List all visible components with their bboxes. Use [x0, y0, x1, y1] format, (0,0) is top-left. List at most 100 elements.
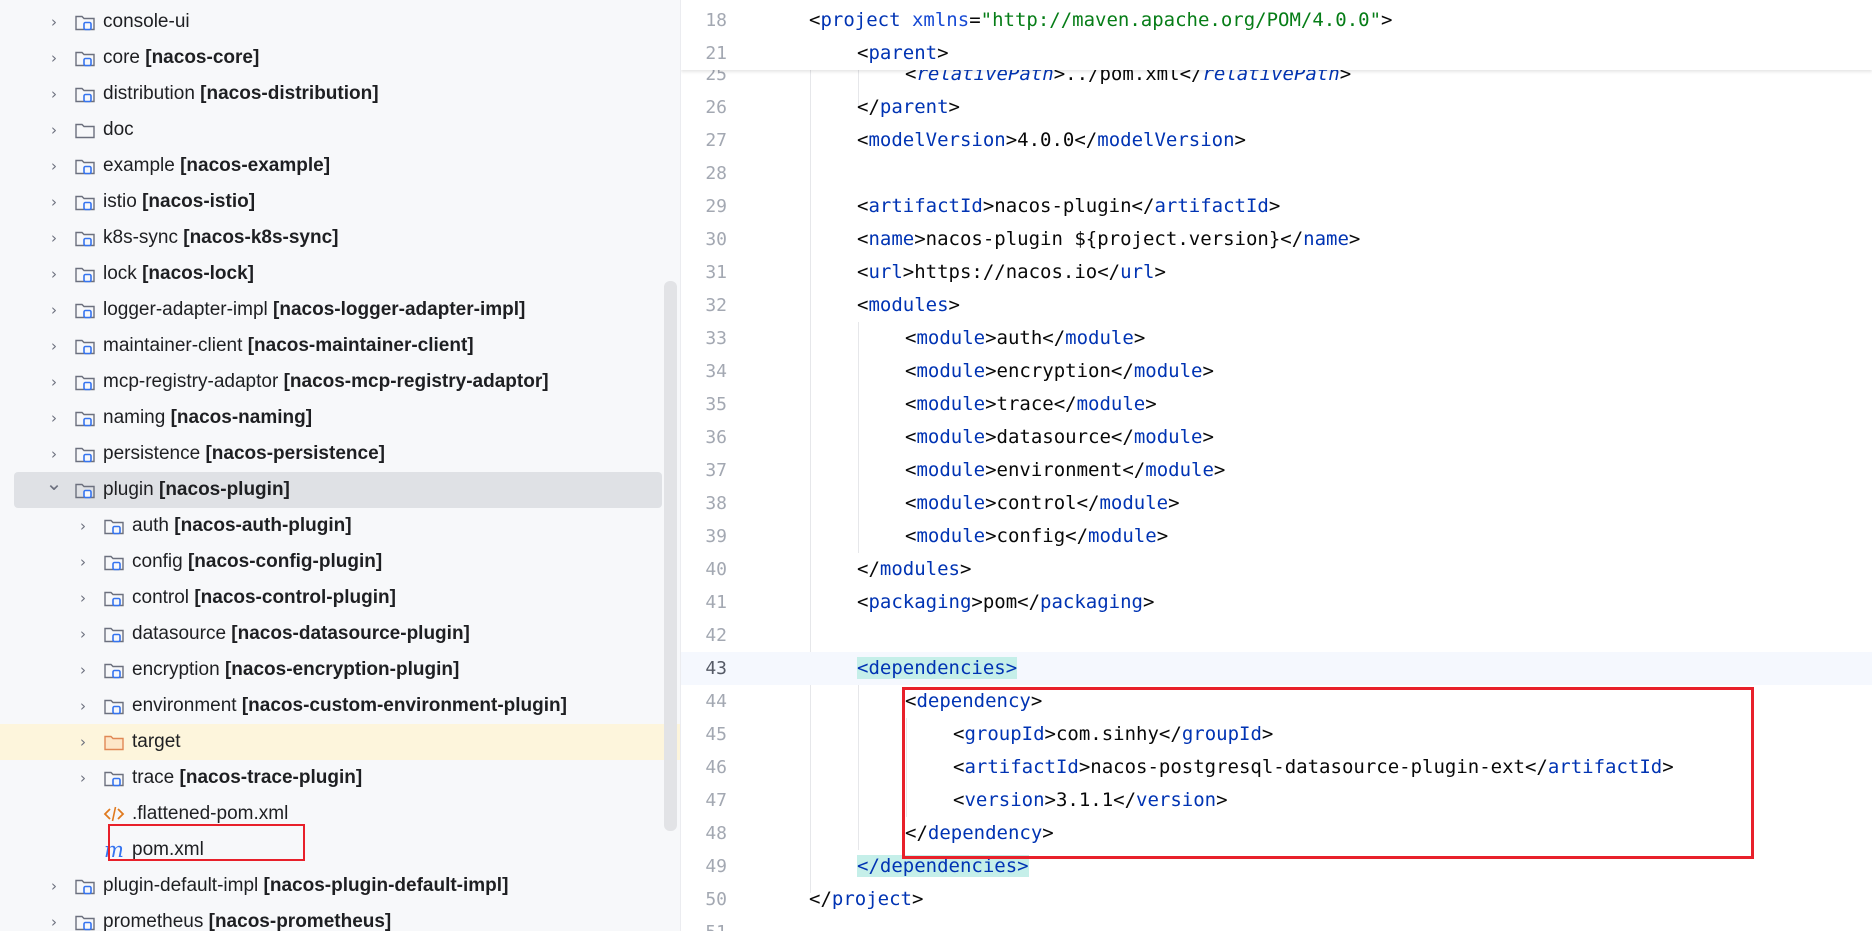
- line-number: 28: [705, 163, 727, 184]
- code-line-39[interactable]: 39 <module>config</module>: [681, 520, 1872, 553]
- tree-item-k8s-sync[interactable]: › k8s-sync [nacos-k8s-sync]: [0, 220, 680, 256]
- chevron-right-icon[interactable]: ›: [73, 514, 93, 538]
- code-line-27[interactable]: 27 <modelVersion>4.0.0</modelVersion>: [681, 124, 1872, 157]
- code-line-26[interactable]: 26 </parent>: [681, 91, 1872, 124]
- code-line-40[interactable]: 40 </modules>: [681, 553, 1872, 586]
- chevron-right-icon[interactable]: ›: [44, 406, 64, 430]
- tree-item-auth[interactable]: › auth [nacos-auth-plugin]: [0, 508, 680, 544]
- module-folder-icon: [74, 263, 96, 285]
- vertical-scrollbar[interactable]: [664, 281, 677, 831]
- code-token: xmlns: [911, 9, 970, 31]
- tree-item-pom-xml[interactable]: m pom.xml: [0, 832, 680, 868]
- item-name: .flattened-pom.xml: [132, 803, 289, 824]
- chevron-right-icon[interactable]: ›: [44, 154, 64, 178]
- tree-item-lock[interactable]: › lock [nacos-lock]: [0, 256, 680, 292]
- tree-item-label: persistence [nacos-persistence]: [103, 436, 385, 472]
- chevron-right-icon[interactable]: ›: [73, 730, 93, 754]
- line-number: 42: [705, 625, 727, 646]
- chevron-right-icon[interactable]: ›: [73, 586, 93, 610]
- tree-item-control[interactable]: › control [nacos-control-plugin]: [0, 580, 680, 616]
- code-line-31[interactable]: 31 <url>https://nacos.io</url>: [681, 256, 1872, 289]
- chevron-right-icon[interactable]: ›: [44, 82, 64, 106]
- tree-item-example[interactable]: › example [nacos-example]: [0, 148, 680, 184]
- chevron-right-icon[interactable]: ›: [44, 442, 64, 466]
- code-line-21[interactable]: 21 <parent>: [681, 37, 1872, 70]
- chevron-right-icon[interactable]: ›: [44, 190, 64, 214]
- line-number: 43: [705, 658, 727, 679]
- code-line-34[interactable]: 34 <module>encryption</module>: [681, 355, 1872, 388]
- tree-item-datasource[interactable]: › datasource [nacos-datasource-plugin]: [0, 616, 680, 652]
- chevron-right-icon[interactable]: ›: [44, 226, 64, 250]
- chevron-right-icon[interactable]: ›: [73, 658, 93, 682]
- chevron-right-icon[interactable]: ›: [44, 46, 64, 70]
- tree-item-flattened-pom-xml[interactable]: .flattened-pom.xml: [0, 796, 680, 832]
- tree-item-istio[interactable]: › istio [nacos-istio]: [0, 184, 680, 220]
- line-number: 47: [705, 790, 727, 811]
- tree-item-plugin[interactable]: ⌄ plugin [nacos-plugin]: [0, 471, 680, 508]
- code-line-33[interactable]: 33 <module>auth</module>: [681, 322, 1872, 355]
- tree-item-label: example [nacos-example]: [103, 148, 330, 184]
- code-line-50[interactable]: 50 </project>: [681, 883, 1872, 916]
- sticky-header-lines[interactable]: 18 <project xmlns="http://maven.apache.or…: [681, 0, 1872, 70]
- code-line-38[interactable]: 38 <module>control</module>: [681, 487, 1872, 520]
- chevron-right-icon[interactable]: ›: [44, 10, 64, 34]
- tree-item-environment[interactable]: › environment [nacos-custom-environment-p…: [0, 688, 680, 724]
- chevron-right-icon[interactable]: ›: [44, 370, 64, 394]
- item-name: logger-adapter-impl: [103, 299, 268, 320]
- tree-item-prometheus[interactable]: › prometheus [nacos-prometheus]: [0, 904, 680, 931]
- module-name: [nacos-distribution]: [200, 83, 379, 104]
- module-name: [nacos-naming]: [170, 407, 313, 428]
- tree-item-console-ui[interactable]: › console-ui: [0, 4, 680, 40]
- chevron-right-icon[interactable]: ›: [73, 694, 93, 718]
- code-content: <modules>: [857, 289, 960, 322]
- module-folder-icon: [103, 695, 125, 717]
- code-line-42[interactable]: 42: [681, 619, 1872, 652]
- chevron-right-icon[interactable]: ›: [73, 766, 93, 790]
- item-name: control: [132, 587, 190, 608]
- chevron-right-icon[interactable]: ›: [44, 118, 64, 142]
- code-line-32[interactable]: 32 <modules>: [681, 289, 1872, 322]
- code-editor[interactable]: 25 <relativePath>../pom.xml</relativePath…: [681, 0, 1872, 931]
- tree-item-config[interactable]: › config [nacos-config-plugin]: [0, 544, 680, 580]
- module-folder-icon: [74, 479, 96, 501]
- tree-item-naming[interactable]: › naming [nacos-naming]: [0, 400, 680, 436]
- chevron-right-icon[interactable]: ›: [44, 262, 64, 286]
- tree-item-logger-adapter-impl[interactable]: › logger-adapter-impl [nacos-logger-adapt…: [0, 292, 680, 328]
- chevron-down-icon[interactable]: ⌄: [44, 471, 64, 495]
- code-line-36[interactable]: 36 <module>datasource</module>: [681, 421, 1872, 454]
- code-content: <artifactId>nacos-plugin</artifactId>: [857, 190, 1280, 223]
- tree-item-trace[interactable]: › trace [nacos-trace-plugin]: [0, 760, 680, 796]
- code-line-29[interactable]: 29 <artifactId>nacos-plugin</artifactId>: [681, 190, 1872, 223]
- tree-item-distribution[interactable]: › distribution [nacos-distribution]: [0, 76, 680, 112]
- module-folder-icon: [74, 155, 96, 177]
- code-line-30[interactable]: 30 <name>nacos-plugin ${project.version}<…: [681, 223, 1872, 256]
- tree-item-maintainer-client[interactable]: › maintainer-client [nacos-maintainer-cli…: [0, 328, 680, 364]
- tree-item-core[interactable]: › core [nacos-core]: [0, 40, 680, 76]
- code-line-18[interactable]: 18 <project xmlns="http://maven.apache.or…: [681, 4, 1872, 37]
- code-text: <: [905, 360, 917, 382]
- code-text: >: [1154, 261, 1166, 283]
- code-line-51[interactable]: 51: [681, 916, 1872, 931]
- code-line-28[interactable]: 28: [681, 157, 1872, 190]
- code-line-37[interactable]: 37 <module>environment</module>: [681, 454, 1872, 487]
- code-token: module: [916, 426, 986, 448]
- tree-item-target[interactable]: › target: [0, 724, 680, 760]
- tree-item-mcp-registry-adaptor[interactable]: › mcp-registry-adaptor [nacos-mcp-registr…: [0, 364, 680, 400]
- tree-item-persistence[interactable]: › persistence [nacos-persistence]: [0, 436, 680, 472]
- code-line-35[interactable]: 35 <module>trace</module>: [681, 388, 1872, 421]
- line-number: 35: [705, 394, 727, 415]
- chevron-right-icon[interactable]: ›: [44, 334, 64, 358]
- chevron-right-icon[interactable]: ›: [44, 874, 64, 898]
- tree-item-doc[interactable]: › doc: [0, 112, 680, 148]
- tree-item-encryption[interactable]: › encryption [nacos-encryption-plugin]: [0, 652, 680, 688]
- chevron-right-icon[interactable]: ›: [44, 910, 64, 931]
- chevron-right-icon[interactable]: ›: [73, 550, 93, 574]
- code-text: <: [857, 42, 869, 64]
- tree-item-plugin-default-impl[interactable]: › plugin-default-impl [nacos-plugin-defau…: [0, 868, 680, 904]
- code-line-41[interactable]: 41 <packaging>pom</packaging>: [681, 586, 1872, 619]
- item-name: config: [132, 551, 183, 572]
- code-line-43[interactable]: 43 <dependencies>: [681, 652, 1872, 685]
- chevron-right-icon[interactable]: ›: [73, 622, 93, 646]
- chevron-right-icon[interactable]: ›: [44, 298, 64, 322]
- tree-item-label: istio [nacos-istio]: [103, 184, 255, 220]
